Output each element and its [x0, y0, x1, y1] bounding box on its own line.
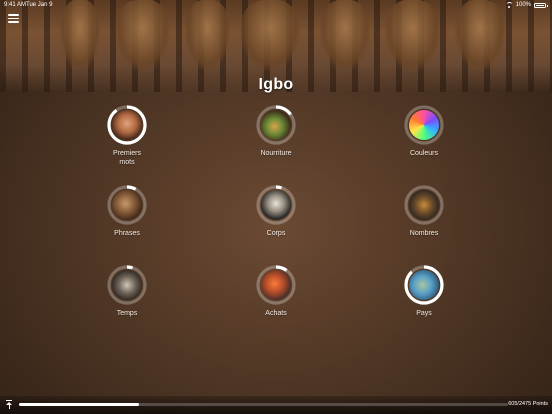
category-progress-ring [107, 105, 147, 145]
points-text: 605/2475 Points [508, 401, 548, 407]
category-tile[interactable]: Pays [379, 265, 469, 319]
carving-figure [240, 0, 300, 70]
hamburger-menu-icon[interactable] [8, 13, 20, 23]
food-photo [261, 110, 291, 140]
status-bar: 9:41 AM Tue Jan 9 100% [0, 0, 552, 10]
category-tile[interactable]: Achats [231, 265, 321, 319]
category-label: Phrases [114, 230, 140, 237]
map-photo [409, 270, 439, 300]
colors-photo [409, 110, 439, 140]
category-progress-ring [256, 265, 296, 305]
category-progress-ring [256, 185, 296, 225]
status-indicators: 100% [505, 0, 548, 10]
page-title: Igbo [258, 76, 294, 93]
category-progress-ring [404, 265, 444, 305]
carving-figure [185, 0, 230, 70]
battery-percent: 100% [515, 2, 531, 8]
upload-icon[interactable] [5, 400, 13, 409]
category-label: Nombres [409, 230, 439, 237]
carving-figure [320, 0, 370, 70]
carving-figure [60, 0, 100, 70]
category-label: Couleurs [409, 150, 438, 157]
status-date: Tue Jan 9 [26, 2, 53, 8]
category-label: Premiers mots [112, 150, 141, 166]
category-progress-ring [404, 185, 444, 225]
shopping-photo [261, 270, 291, 300]
category-tile[interactable]: Nombres [379, 185, 469, 239]
category-progress-ring [404, 105, 444, 145]
category-label: Corps [266, 230, 286, 237]
category-tile[interactable]: Couleurs [379, 105, 469, 159]
clock-photo [112, 270, 142, 300]
category-label: Achats [265, 310, 287, 317]
progress-footer: 605/2475 Points [0, 396, 552, 414]
category-label: Nourriture [260, 150, 292, 157]
skeleton-photo [261, 190, 291, 220]
category-label: Temps [116, 310, 138, 317]
category-tile[interactable]: Premiers mots [82, 105, 172, 167]
total-progress-fill [19, 403, 139, 406]
total-progress-track [19, 403, 508, 406]
status-time: 9:41 AM [4, 2, 27, 8]
battery-icon [534, 2, 548, 8]
category-progress-ring [256, 105, 296, 145]
carving-figure [385, 0, 440, 70]
category-progress-ring [107, 265, 147, 305]
faces-photo [112, 110, 142, 140]
category-tile[interactable]: Temps [82, 265, 172, 319]
carving-figure [115, 0, 170, 70]
phrases-photo [112, 190, 142, 220]
category-progress-ring [107, 185, 147, 225]
category-tile[interactable]: Nourriture [231, 105, 321, 159]
carving-figure [455, 0, 505, 70]
wifi-icon [505, 2, 513, 8]
category-tile[interactable]: Corps [231, 185, 321, 239]
category-label: Pays [416, 310, 432, 317]
numbers-photo [409, 190, 439, 220]
category-tile[interactable]: Phrases [82, 185, 172, 239]
